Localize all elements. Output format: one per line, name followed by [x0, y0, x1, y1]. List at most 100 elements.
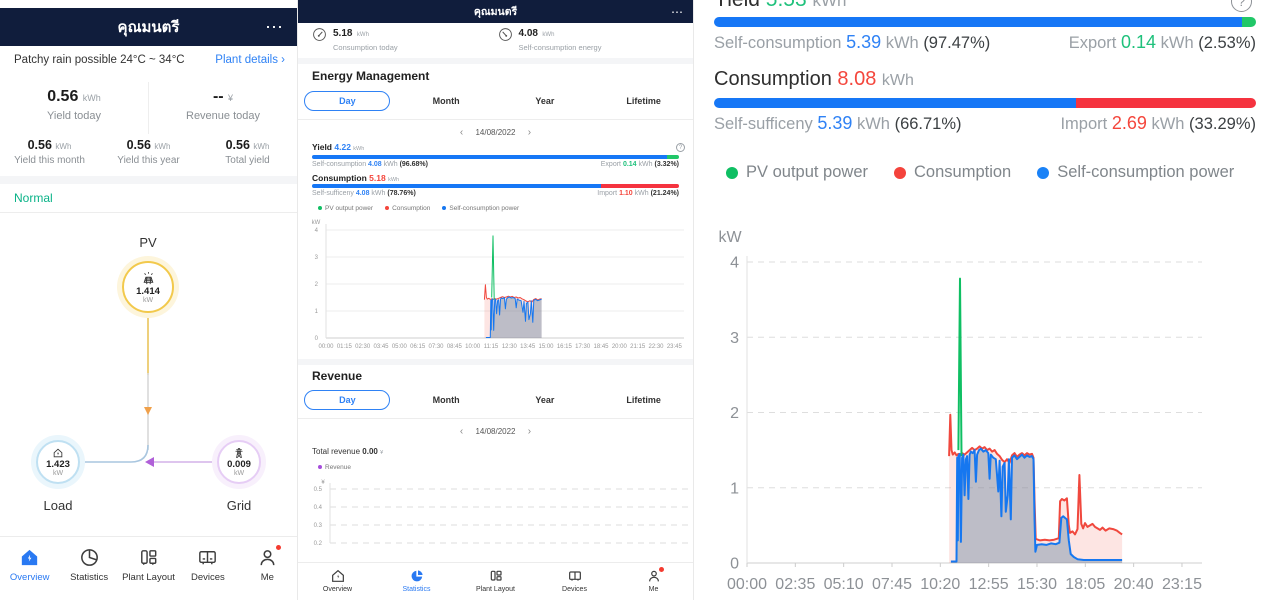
nav-devices[interactable]: Devices: [535, 563, 614, 600]
solar-panel-icon: [140, 270, 157, 287]
nav-plant-layout[interactable]: Plant Layout: [456, 563, 535, 600]
nav-devices[interactable]: Devices: [178, 537, 237, 600]
nav-overview[interactable]: Overview: [0, 537, 59, 600]
chevron-left-icon[interactable]: ‹: [450, 426, 473, 437]
svg-text:4: 4: [730, 255, 739, 272]
legend-dot-red: [894, 167, 906, 179]
legend-dot-green: [318, 206, 322, 210]
tab-year[interactable]: Year: [496, 395, 595, 405]
tab-month[interactable]: Month: [397, 395, 496, 405]
svg-text:15:00: 15:00: [538, 344, 554, 350]
svg-text:20:40: 20:40: [1114, 576, 1154, 593]
svg-text:15:30: 15:30: [1017, 576, 1057, 593]
plant-details-link[interactable]: Plant details ›: [215, 54, 285, 66]
divider-band: [298, 359, 693, 365]
export-stat: Export 0.14 kWh (2.53%): [1069, 32, 1256, 53]
svg-text:4: 4: [315, 228, 319, 234]
devices-icon: [196, 546, 219, 569]
svg-text:0.3: 0.3: [314, 523, 323, 529]
nav-plant-layout[interactable]: Plant Layout: [119, 537, 178, 600]
help-icon[interactable]: ?: [676, 143, 685, 152]
section-title-energy-management: Energy Management: [312, 69, 429, 83]
svg-text:05:00: 05:00: [392, 344, 408, 350]
legend-pv-output: PV output power: [726, 163, 868, 182]
load-node[interactable]: 1.423 kW: [36, 440, 80, 484]
svg-text:07:30: 07:30: [428, 344, 444, 350]
chevron-left-icon[interactable]: ‹: [450, 127, 473, 138]
svg-text:10:00: 10:00: [465, 344, 481, 350]
svg-text:0: 0: [315, 336, 319, 342]
primary-kpis: 0.56 kWh Yield today -- ¥ Revenue today: [0, 82, 297, 134]
status-badge: Normal: [14, 191, 53, 205]
svg-text:00:00: 00:00: [727, 576, 767, 593]
revenue-chart: 0.50.40.30.2¥: [298, 474, 694, 562]
import-stat: Import 1.10 kWh (21.24%): [597, 190, 679, 197]
consumption-split-bar: [714, 98, 1256, 108]
svg-text:01:15: 01:15: [337, 344, 353, 350]
revenue-period-tabs: Day Month Year Lifetime: [298, 389, 693, 411]
grid-power-value: 0.009: [227, 460, 251, 470]
screenshot-stage: คุณมนตรี ⋯ Patchy rain possible 24°C ~ 3…: [0, 0, 1280, 600]
svg-text:17:30: 17:30: [575, 344, 591, 350]
svg-text:3: 3: [315, 255, 319, 261]
legend-consumption: Consumption: [894, 163, 1011, 182]
tab-year[interactable]: Year: [496, 96, 595, 106]
tab-lifetime[interactable]: Lifetime: [594, 395, 693, 405]
svg-text:02:35: 02:35: [775, 576, 815, 593]
nav-me[interactable]: Me: [614, 563, 693, 600]
app-header: คุณมนตรี ⋯: [298, 0, 693, 23]
energy-management-chart: 43210kW00:0001:1502:3003:4505:0006:1507:…: [298, 215, 694, 357]
load-power-value: 1.423: [46, 460, 70, 470]
tab-lifetime[interactable]: Lifetime: [594, 96, 693, 106]
legend-dot-red: [385, 206, 389, 210]
self-sufficiency-stat: Self-sufficeny 5.39 kWh (66.71%): [714, 113, 962, 134]
help-icon[interactable]: ?: [1231, 0, 1252, 12]
more-menu-icon[interactable]: ⋯: [265, 17, 283, 38]
svg-text:22:30: 22:30: [648, 344, 664, 350]
tab-day[interactable]: Day: [298, 390, 397, 410]
load-power-unit: kW: [53, 470, 63, 478]
svg-text:0.5: 0.5: [314, 487, 323, 493]
nav-overview[interactable]: Overview: [298, 563, 377, 600]
legend-dot-blue: [442, 206, 446, 210]
section-title-revenue: Revenue: [312, 369, 362, 383]
bottom-navigation: Overview Statistics Plan: [0, 536, 297, 600]
nav-statistics[interactable]: Statistics: [59, 537, 118, 600]
svg-text:12:30: 12:30: [502, 344, 518, 350]
chevron-right-icon[interactable]: ›: [518, 127, 541, 138]
bottom-navigation: Overview Statistics Plant Layout: [298, 562, 693, 600]
svg-text:2: 2: [730, 405, 739, 422]
statistics-screen: คุณมนตรี ⋯ 5.18 kWh Consumption today: [298, 0, 694, 600]
nav-statistics[interactable]: Statistics: [377, 563, 456, 600]
statistics-kpis: 5.18 kWh Consumption today 4.08 kWh Self…: [312, 27, 683, 57]
consumption-split-labels: Self-sufficeny 5.39 kWh (66.71%) Import …: [714, 113, 1256, 134]
total-revenue-row: Total revenue 0.00 ¥: [312, 447, 383, 456]
yield-split-labels: Self-consumption 5.39 kWh (97.47%) Expor…: [714, 32, 1256, 53]
pie-chart-icon: [78, 546, 101, 569]
svg-text:21:15: 21:15: [630, 344, 646, 350]
svg-text:23:15: 23:15: [1162, 576, 1202, 593]
yield-row: Yield 4.22 kWh: [312, 142, 364, 152]
grid-node[interactable]: 0.009 kW: [217, 440, 261, 484]
gauge-icon: [498, 27, 513, 42]
pv-node[interactable]: 1.414 kW: [122, 261, 174, 313]
weather-row: Patchy rain possible 24°C ~ 34°C Plant d…: [14, 54, 285, 66]
notification-badge: [659, 567, 664, 572]
tab-day[interactable]: Day: [298, 91, 397, 111]
more-menu-icon[interactable]: ⋯: [671, 5, 683, 19]
kpi-self-consumption-energy: 4.08 kWh Self-consumption energy: [498, 27, 684, 57]
chevron-right-icon[interactable]: ›: [518, 426, 541, 437]
svg-text:02:30: 02:30: [355, 344, 371, 350]
consumption-split-labels: Self-sufficeny 4.08 kWh (78.76%) Import …: [312, 190, 679, 197]
tab-month[interactable]: Month: [397, 96, 496, 106]
divider: [0, 212, 297, 213]
legend-dot-green: [726, 167, 738, 179]
date-navigator: ‹ 14/08/2022 ›: [298, 426, 693, 437]
selected-date: 14/08/2022: [475, 427, 515, 436]
pv-power-unit: kW: [143, 297, 153, 305]
svg-text:11:15: 11:15: [484, 344, 499, 350]
house-icon: [51, 446, 65, 460]
yield-split-bar: [714, 17, 1256, 27]
nav-me[interactable]: Me: [238, 537, 297, 600]
yield-split-bar: [312, 155, 679, 159]
